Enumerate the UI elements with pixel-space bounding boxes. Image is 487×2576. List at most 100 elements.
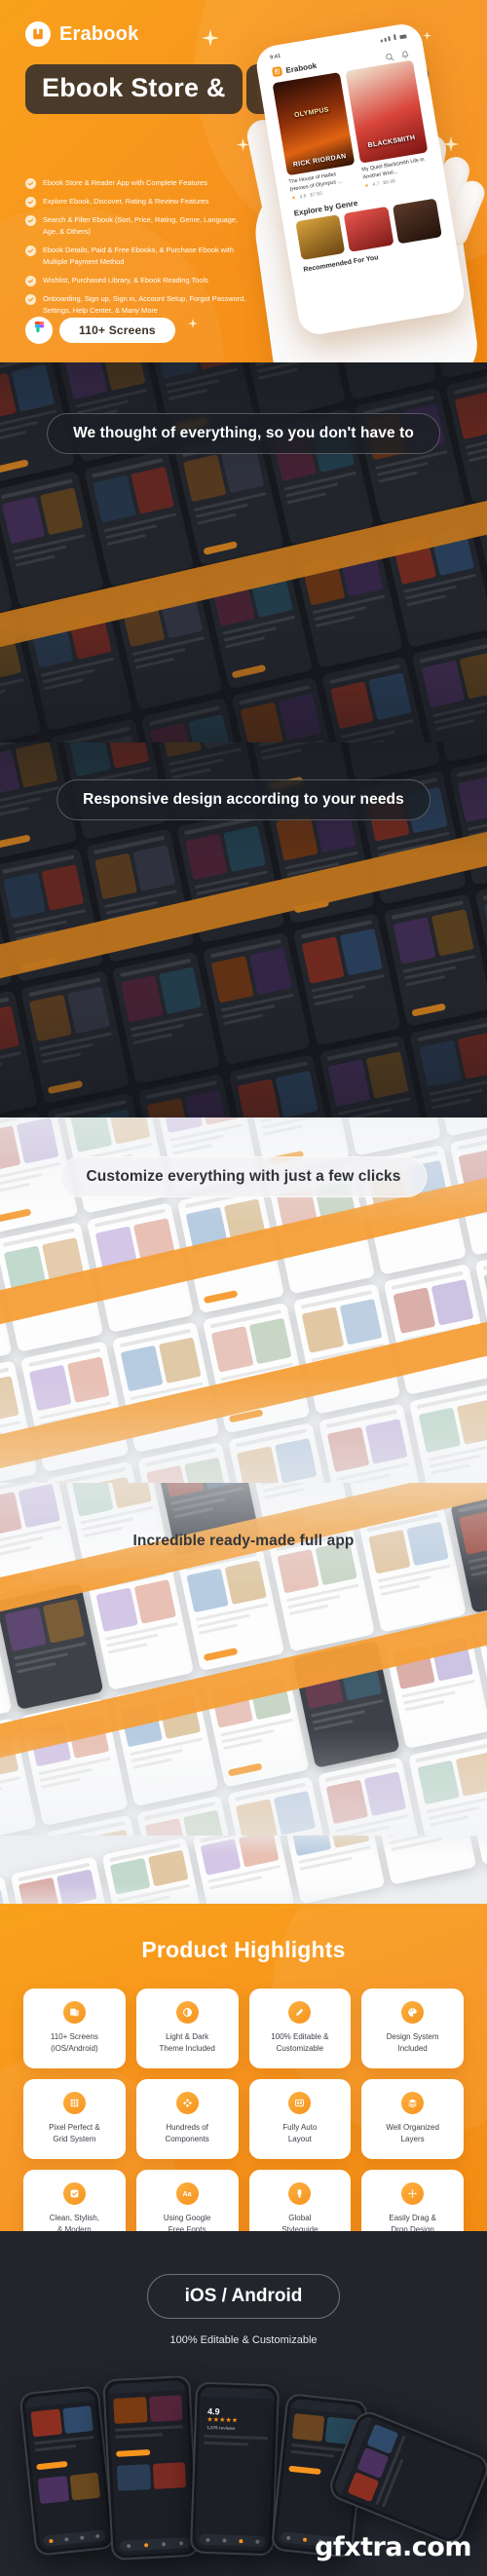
hero-title-line1: Ebook Store & (25, 64, 243, 114)
device-text-lines (199, 2430, 274, 2456)
layers-icon (401, 2091, 425, 2114)
highlight-card: Easily Drag & Drop Design (361, 2169, 464, 2231)
hero-phone-mockup: 9:41 Erabook OLYMPUS RICK RIORDAN The Ho… (244, 20, 487, 362)
promo-page: Erabook Ebook Store & Reader App Ebook S… (0, 0, 487, 2576)
check-icon (25, 215, 36, 226)
book-cover-author: RICK RIORDAN (292, 153, 348, 170)
highlight-label: Fully Auto Layout (282, 2122, 318, 2144)
book-card[interactable]: OLYMPUS RICK RIORDAN The House of Hades … (272, 72, 359, 203)
feature-label: Ebook Store & Reader App with Complete F… (43, 178, 207, 187)
highlight-label: Clean, Stylish, & Modern (49, 2213, 99, 2231)
device-mockup (102, 2374, 200, 2561)
book-card[interactable]: BLACKSMITH My Quiet Blacksmith Life in A… (345, 59, 431, 190)
book-logo-icon (271, 65, 283, 78)
genre-tile[interactable] (392, 198, 442, 245)
band-caption-2: Responsive design according to your need… (56, 779, 431, 820)
edit-pen-icon (288, 2001, 312, 2024)
check-icon (25, 245, 36, 256)
highlight-card: Global Styleguide (248, 2169, 352, 2231)
star-icon: ★ (290, 195, 297, 203)
phone-app-name: Erabook (284, 60, 318, 75)
feature-label: Explore Ebook, Discover, Rating & Review… (43, 197, 209, 206)
search-icon[interactable] (384, 48, 394, 60)
device-bottom-nav (119, 2537, 191, 2552)
showcase-band-3: Customize everything with just a few cli… (0, 1118, 487, 1483)
showcase-band-2: Responsive design according to your need… (0, 742, 487, 1118)
rating-stars: ★★★★★ (206, 2416, 239, 2425)
feature-item: Explore Ebook, Discover, Rating & Review… (25, 196, 251, 208)
highlight-card: Aa Using Google Free Fonts (135, 2169, 239, 2231)
feature-label: Wishlist, Purchased Library, & Ebook Rea… (43, 275, 208, 284)
book-cover-title: OLYMPUS (293, 106, 330, 119)
bell-icon[interactable] (399, 46, 409, 58)
device-thumb-row (108, 2390, 188, 2424)
highlight-label: 100% Editable & Customizable (271, 2032, 329, 2054)
device-bottom-nav (42, 2529, 106, 2547)
watermark: gfxtra.com (315, 2532, 471, 2562)
band-mock-collage (0, 1836, 487, 1904)
platform-subtitle: 100% Editable & Customizable (169, 2334, 318, 2346)
phone-actions (384, 46, 409, 60)
highlight-label: Hundreds of Components (165, 2122, 209, 2144)
check-icon (25, 275, 36, 286)
sparkle-icon (202, 29, 219, 47)
highlight-card: 100% Editable & Customizable (248, 1989, 352, 2068)
highlight-card: 110+ Screens (iOS/Android) (23, 1989, 126, 2068)
book-rating: 4.6 (299, 193, 308, 201)
device-accent-bar (288, 2465, 321, 2476)
device-thumb-row (112, 2457, 192, 2491)
highlight-label: Easily Drag & Drop Design (389, 2213, 436, 2231)
figma-icon (25, 317, 53, 344)
platform-badge: iOS / Android (146, 2274, 341, 2319)
highlight-label: Using Google Free Fonts (163, 2213, 211, 2231)
device-accent-bar (36, 2460, 68, 2471)
svg-text:Aa: Aa (183, 2191, 192, 2198)
highlight-label: Global Styleguide (281, 2213, 318, 2231)
contrast-icon (175, 2001, 199, 2024)
move-icon (401, 2181, 425, 2205)
highlight-card: Pixel Perfect & Grid System (23, 2078, 126, 2159)
highlight-card: Fully Auto Layout (248, 2078, 352, 2159)
hero-section: Erabook Ebook Store & Reader App Ebook S… (0, 0, 487, 362)
feature-item: Onboarding, Sign up, Sign in, Account Se… (25, 293, 251, 317)
check-badge-icon (62, 2181, 86, 2205)
device-mockup (19, 2385, 116, 2557)
highlight-card: Clean, Stylish, & Modern (23, 2169, 126, 2231)
feature-label: Ebook Details, Paid & Free Ebooks, & Pur… (43, 245, 234, 266)
feature-item: Wishlist, Purchased Library, & Ebook Rea… (25, 275, 251, 286)
style-icon (288, 2181, 312, 2205)
palette-icon (401, 2001, 425, 2024)
feature-label: Onboarding, Sign up, Sign in, Account Se… (43, 293, 246, 315)
band-caption-1: We thought of everything, so you don't h… (47, 413, 440, 454)
hero-feature-list: Ebook Store & Reader App with Complete F… (25, 177, 251, 323)
feature-item: Ebook Details, Paid & Free Ebooks, & Pur… (25, 245, 251, 268)
band-caption-4: Incredible ready-made full app (132, 1533, 355, 1549)
highlight-label: 110+ Screens (iOS/Android) (50, 2032, 98, 2054)
device-thumb-row (32, 2467, 105, 2505)
genre-tile[interactable] (295, 214, 346, 261)
auto-layout-icon (288, 2091, 312, 2114)
highlight-label: Pixel Perfect & Grid System (49, 2122, 100, 2144)
check-icon (25, 197, 36, 208)
book-cover: BLACKSMITH (345, 59, 429, 164)
screens-icon (62, 2001, 86, 2024)
check-icon (25, 178, 36, 189)
genre-tile[interactable] (343, 207, 394, 252)
feature-item: Ebook Store & Reader App with Complete F… (25, 177, 251, 189)
highlight-label: Well Organized Layers (386, 2122, 439, 2144)
book-rating: 4.7 (372, 181, 381, 189)
band-caption-3: Customize everything with just a few cli… (59, 1156, 428, 1197)
grid-icon (62, 2091, 86, 2114)
device-accent-bar (116, 2449, 151, 2457)
showcase-band-4: Incredible ready-made full app (0, 1483, 487, 1836)
highlight-card: Light & Dark Theme Included (135, 1989, 239, 2068)
page-title: Product Highlights (141, 1937, 346, 1962)
book-cover-title: BLACKSMITH (367, 133, 416, 149)
star-icon: ★ (363, 182, 370, 190)
highlight-card: Design System Included (361, 1989, 464, 2068)
device-mockup: 4.9 ★★★★★ 1,576 reviews (189, 2381, 281, 2557)
showcase-band-filler (0, 1836, 487, 1904)
device-screen (23, 2390, 111, 2552)
platform-footer-section: iOS / Android 100% Editable & Customizab… (0, 2231, 487, 2576)
showcase-band-1: We thought of everything, so you don't h… (0, 362, 487, 742)
